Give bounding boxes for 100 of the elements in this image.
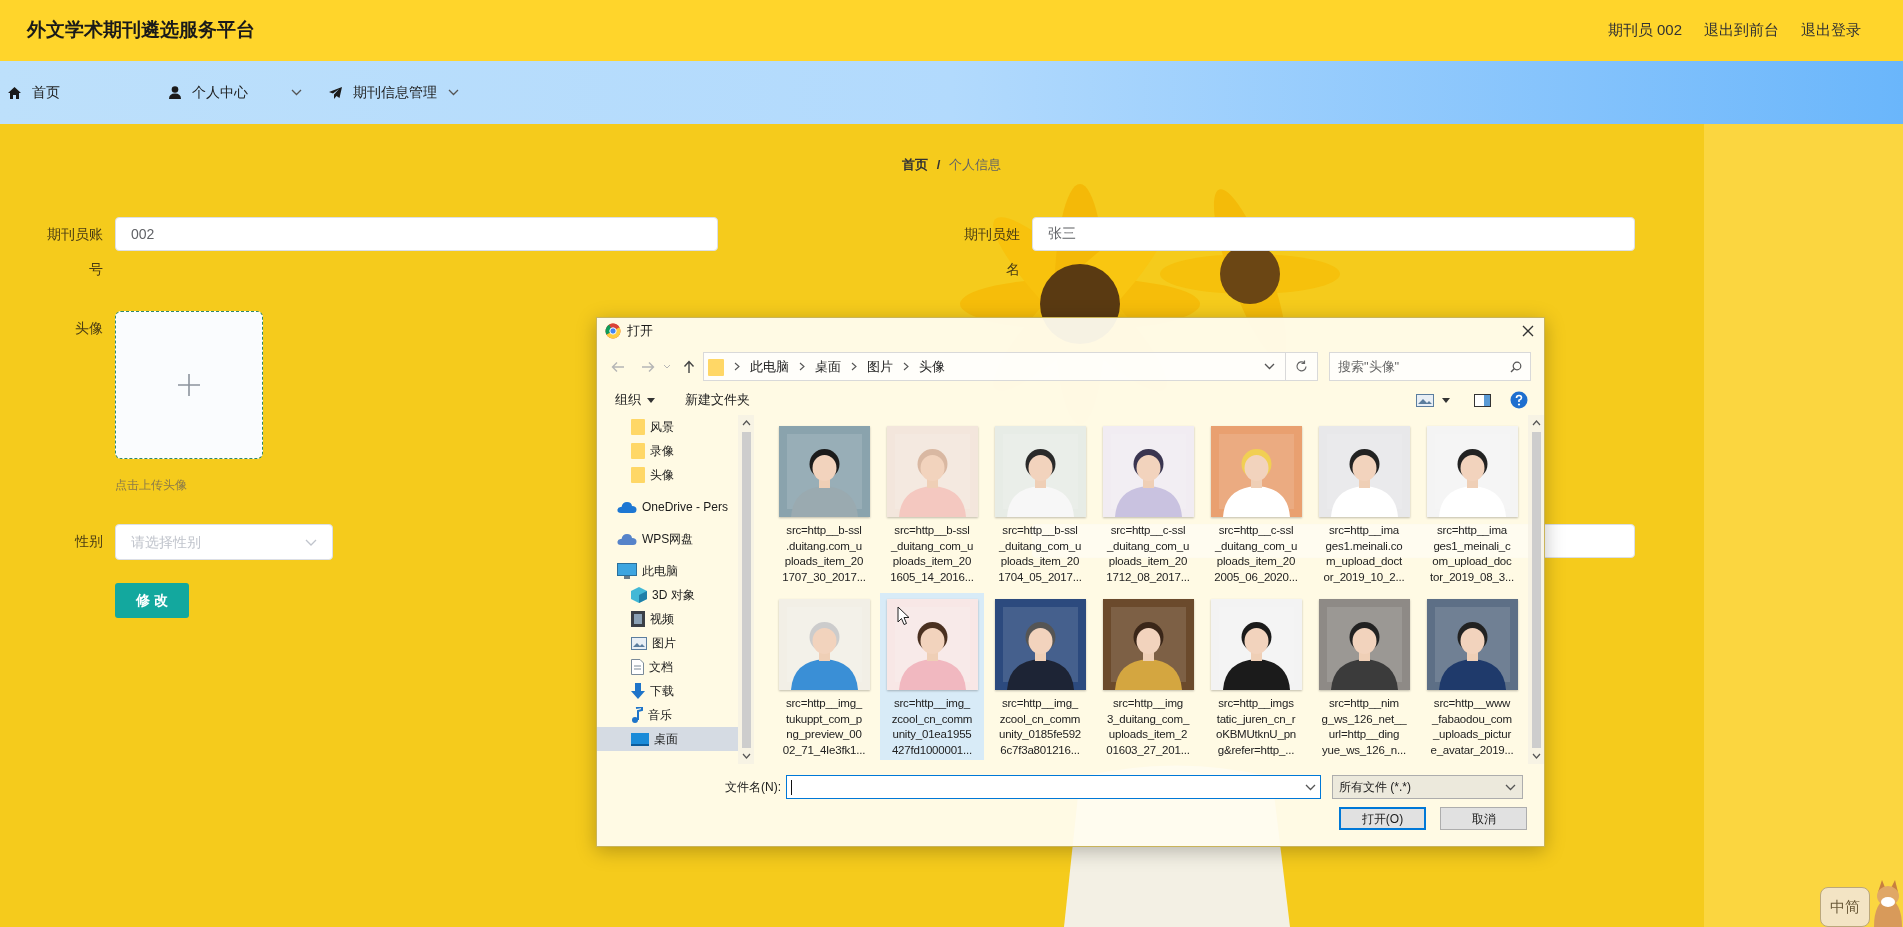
- chevron-down-icon[interactable]: [1531, 753, 1541, 759]
- chevron-up-icon[interactable]: [1531, 420, 1541, 426]
- cloud-icon: [617, 501, 637, 513]
- monitor-icon: [617, 563, 637, 579]
- file-name: src=http__b-ssl .duitang.com_u ploads_item_20 1707_30_2017...: [782, 523, 866, 585]
- file-name: src=http__img_ zcool_cn_comm unity_0185fe592 6c7f3a801216...: [998, 696, 1082, 758]
- preview-pane-icon[interactable]: [1474, 393, 1491, 407]
- nav-item[interactable]: 首页: [0, 61, 160, 124]
- chevron-down-icon[interactable]: [1305, 783, 1316, 791]
- file-tile[interactable]: src=http__c-ssl _duitang_com_u ploads_item_20 2005_06_2020...: [1204, 420, 1308, 587]
- ime-indicator[interactable]: 中简: [1820, 887, 1870, 927]
- sidebar-item[interactable]: 3D 对象: [597, 583, 738, 607]
- file-tile[interactable]: src=http__nim g_ws_126_net__ url=http__ding yue_ws_126_n...: [1312, 593, 1416, 760]
- sidebar-item[interactable]: 风景: [597, 415, 738, 439]
- sidebar-item[interactable]: WPS网盘: [597, 527, 738, 551]
- help-icon[interactable]: [1510, 391, 1528, 409]
- nav-item[interactable]: 期刊信息管理: [315, 61, 475, 124]
- path-segment[interactable]: 此电脑: [750, 356, 789, 377]
- field-label: 性别: [73, 532, 104, 551]
- sidebar-item[interactable]: 此电脑: [597, 559, 738, 583]
- file-tile[interactable]: src=http__imgs tatic_juren_cn_r oKBMUtknU_pn g&refer=http_...: [1204, 593, 1308, 760]
- view-icon[interactable]: [1416, 393, 1434, 407]
- file-tile[interactable]: src=http__img_ zcool_cn_comm unity_0185fe592 6c7f3a801216...: [988, 593, 1092, 760]
- text-field[interactable]: 张三: [1032, 217, 1635, 251]
- select-value: 所有文件 (*.*): [1339, 779, 1411, 796]
- file-tile[interactable]: src=http__ima ges1.meinali.co m_upload_doct or_2019_10_2...: [1312, 420, 1416, 587]
- filename-field[interactable]: [786, 775, 1321, 799]
- file-tile[interactable]: src=http__img_ tukuppt_com_p ng_preview_00 02_71_4Ie3fk1...: [772, 593, 876, 760]
- folder-icon: [631, 467, 645, 483]
- file-name: src=http__ima ges1_meinali_c om_upload_doc tor_2019_08_3...: [1430, 523, 1514, 585]
- breadcrumb-current: 个人信息: [949, 156, 1002, 175]
- header-link[interactable]: 退出到前台: [1704, 19, 1779, 42]
- file-tile[interactable]: src=http__b-ssl .duitang.com_u ploads_item_20 1707_30_2017...: [772, 420, 876, 587]
- chevron-right-icon: [734, 362, 740, 371]
- chevron-up-icon[interactable]: [741, 420, 751, 426]
- file-tile[interactable]: src=http__c-ssl _duitang_com_u ploads_item_20 1712_08_2017...: [1096, 420, 1200, 587]
- upload-hint: 点击上传头像: [115, 478, 188, 492]
- chevron-down-icon: [1505, 783, 1516, 791]
- paper-plane-icon: [329, 86, 342, 99]
- dialog-button[interactable]: 取消: [1440, 807, 1527, 830]
- sidebar-item[interactable]: 图片: [597, 631, 738, 655]
- dialog-button[interactable]: 打开(O): [1339, 807, 1426, 830]
- path-segment[interactable]: 图片: [867, 356, 893, 377]
- sidebar-item[interactable]: 视频: [597, 607, 738, 631]
- refresh-icon: [1295, 360, 1308, 373]
- file-tile[interactable]: src=http__b-ssl _duitang_com_u ploads_item_20 1605_14_2016...: [880, 420, 984, 587]
- scrollbar[interactable]: [738, 415, 754, 764]
- home-icon: [8, 86, 21, 99]
- close-icon[interactable]: [1522, 325, 1534, 337]
- file-name: src=http__img_ zcool_cn_comm unity_01ea1955 427fd1000001...: [891, 696, 973, 758]
- file-tile[interactable]: src=http__ima ges1_meinali_c om_upload_doc tor_2019_08_3...: [1420, 420, 1524, 587]
- up-arrow-icon[interactable]: [683, 359, 695, 374]
- search-field[interactable]: 搜索"头像": [1329, 352, 1531, 381]
- file-tile[interactable]: src=http__www _fabaodou_com _uploads_pictur e_avatar_2019...: [1420, 593, 1524, 760]
- sidebar-item[interactable]: 头像: [597, 463, 738, 487]
- sidebar-item[interactable]: 文档: [597, 655, 738, 679]
- chevron-down-icon[interactable]: [741, 753, 751, 759]
- browser-logo-icon: [605, 323, 621, 339]
- text-field[interactable]: 002: [115, 217, 718, 251]
- scrollbar[interactable]: [1528, 415, 1544, 764]
- user-icon: [169, 86, 181, 99]
- music-note-icon: [631, 707, 643, 723]
- file-tile[interactable]: src=http__img_ zcool_cn_comm unity_01ea1955 427fd1000001...: [880, 593, 984, 760]
- file-name: src=http__www _fabaodou_com _uploads_pictur e_avatar_2019...: [1430, 696, 1514, 758]
- chevron-right-icon: [799, 362, 805, 371]
- file-tile[interactable]: src=http__b-ssl _duitang_com_u ploads_item_20 1704_05_2017...: [988, 420, 1092, 587]
- header-link[interactable]: 期刊员 002: [1607, 19, 1682, 42]
- path-segment[interactable]: 头像: [919, 356, 945, 377]
- sidebar-item[interactable]: OneDrive - Pers: [597, 495, 738, 519]
- file-name: src=http__imgs tatic_juren_cn_r oKBMUtknU_pn g&refer=http_...: [1215, 696, 1297, 758]
- field-label: 期刊员账号: [46, 225, 104, 279]
- cursor-icon: [897, 606, 910, 626]
- cloud-icon: [617, 532, 637, 546]
- file-type-select[interactable]: 所有文件 (*.*): [1332, 775, 1523, 799]
- sidebar-item[interactable]: 下载: [597, 679, 738, 703]
- folder-icon: [708, 357, 724, 376]
- file-tile[interactable]: src=http__img 3_duitang_com_ uploads_item_2 01603_27_201...: [1096, 593, 1200, 760]
- file-name: src=http__c-ssl _duitang_com_u ploads_item_20 2005_06_2020...: [1214, 523, 1298, 585]
- address-bar[interactable]: 此电脑 桌面 图片 头像: [703, 352, 1318, 381]
- toolbar-button[interactable]: 组织: [615, 390, 655, 410]
- plus-icon: [177, 373, 201, 397]
- chevron-down-icon[interactable]: [1264, 363, 1275, 370]
- path-segment[interactable]: 桌面: [815, 356, 841, 377]
- sidebar-item[interactable]: 音乐: [597, 703, 738, 727]
- file-name: src=http__ima ges1.meinali.co m_upload_doct or_2019_10_2...: [1323, 523, 1405, 585]
- dialog-title: 打开: [627, 322, 653, 341]
- sidebar-item[interactable]: 桌面: [597, 727, 738, 751]
- toolbar-button[interactable]: 新建文件夹: [685, 390, 750, 410]
- breadcrumb-link[interactable]: 首页: [901, 155, 928, 175]
- file-name: src=http__b-ssl _duitang_com_u ploads_item_20 1605_14_2016...: [890, 523, 974, 585]
- chevron-down-icon: [305, 538, 317, 546]
- nav-item[interactable]: 个人中心: [160, 61, 315, 124]
- field-label: 头像: [74, 319, 104, 338]
- site-title: 外文学术期刊遴选服务平台: [27, 18, 255, 43]
- sidebar-item[interactable]: 录像: [597, 439, 738, 463]
- caret-icon[interactable]: [1442, 397, 1450, 403]
- header-link[interactable]: 退出登录: [1801, 19, 1861, 42]
- search-icon: [1510, 360, 1522, 373]
- image-icon: [631, 636, 647, 650]
- document-icon: [631, 659, 644, 675]
